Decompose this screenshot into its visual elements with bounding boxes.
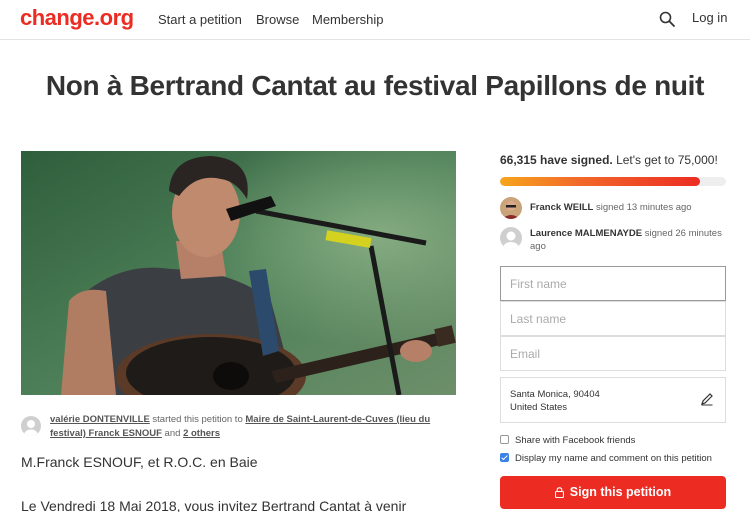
nav-start-petition[interactable]: Start a petition [158, 12, 242, 27]
signer-name: Franck WEILL [530, 202, 594, 213]
goal-text: Let's get to 75,000! [616, 153, 718, 167]
sign-petition-label: Sign this petition [569, 485, 672, 499]
signer-avatar [500, 227, 522, 249]
email-field[interactable] [500, 336, 726, 371]
signed-count: 66,315 have signed. [500, 153, 613, 167]
location-city: Santa Monica, 90404 [510, 389, 600, 400]
nav-membership[interactable]: Membership [312, 12, 384, 27]
recent-signer: Franck WEILL signed 13 minutes ago [500, 197, 726, 219]
lock-icon [554, 487, 564, 498]
location-text: Santa Monica, 90404 United States [510, 388, 600, 414]
starter-text: valérie DONTENVILLE started this petitio… [50, 413, 460, 441]
share-facebook-label: Share with Facebook friends [515, 435, 636, 446]
progress-bar [500, 177, 726, 186]
starter-avatar [21, 416, 41, 436]
search-icon[interactable] [658, 10, 676, 28]
first-name-field[interactable] [500, 266, 726, 301]
signer-time: signed 13 minutes ago [593, 202, 692, 213]
petition-body-text: Le Vendredi 18 Mai 2018, vous invitez Be… [21, 498, 407, 512]
default-user-icon [503, 231, 519, 249]
signer-text: Laurence MALMENAYDE signed 26 minutes ag… [530, 227, 726, 253]
login-link[interactable]: Log in [692, 10, 727, 25]
sign-petition-button[interactable]: Sign this petition [500, 476, 726, 509]
signature-count: 66,315 have signed. Let's get to 75,000! [500, 153, 718, 167]
pencil-icon[interactable] [700, 392, 714, 406]
others-link[interactable]: 2 others [183, 428, 220, 439]
share-facebook-checkbox[interactable] [500, 435, 509, 444]
share-facebook-option[interactable]: Share with Facebook friends [500, 435, 635, 446]
signer-photo [500, 197, 522, 219]
location-box: Santa Monica, 90404 United States [500, 377, 726, 423]
top-navigation-bar: change.org Start a petition Browse Membe… [0, 0, 750, 40]
starter-name-link[interactable]: valérie DONTENVILLE [50, 414, 150, 425]
last-name-field[interactable] [500, 301, 726, 336]
display-name-option[interactable]: Display my name and comment on this peti… [500, 453, 712, 464]
change-org-logo[interactable]: change.org [20, 5, 134, 31]
progress-fill [500, 177, 700, 186]
and-text: and [161, 428, 184, 439]
nav-browse[interactable]: Browse [256, 12, 299, 27]
signer-text: Franck WEILL signed 13 minutes ago [530, 201, 726, 214]
default-user-icon [24, 420, 38, 436]
petition-title: Non à Bertrand Cantat au festival Papill… [45, 70, 705, 101]
recipient-heading: M.Franck ESNOUF, et R.O.C. en Baie [21, 454, 258, 470]
display-name-label: Display my name and comment on this peti… [515, 453, 712, 464]
location-country: United States [510, 402, 568, 413]
hero-photo [21, 151, 456, 395]
petition-hero-image [21, 151, 456, 395]
display-name-checkbox[interactable] [500, 453, 509, 462]
signer-name: Laurence MALMENAYDE [530, 228, 643, 239]
recent-signer: Laurence MALMENAYDE signed 26 minutes ag… [500, 227, 726, 253]
started-text: started this petition to [149, 414, 246, 425]
signer-avatar [500, 197, 522, 219]
